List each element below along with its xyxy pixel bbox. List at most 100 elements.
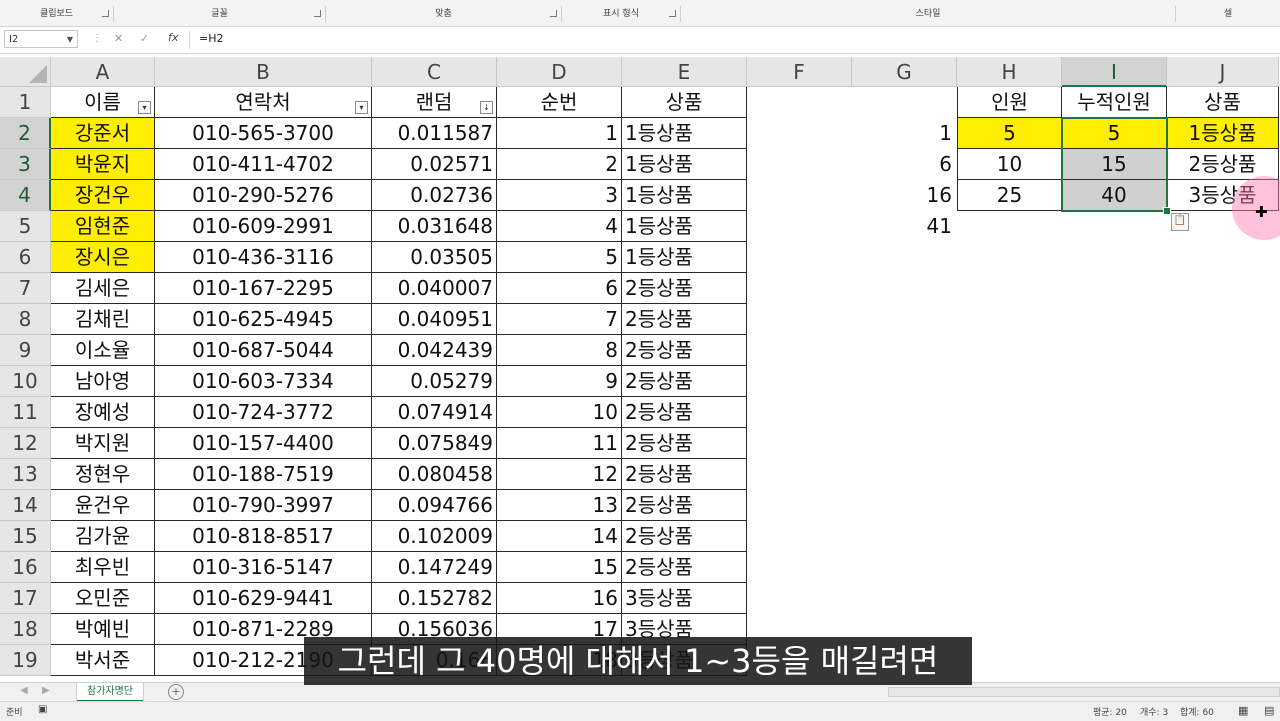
column-header-i[interactable]: I — [1062, 57, 1167, 87]
prize-table-cell[interactable]: 1등상품 — [1167, 118, 1279, 149]
table-cell[interactable]: 010-724-3772 — [155, 397, 372, 428]
table-cell[interactable]: 오민준 — [51, 583, 155, 614]
cell-g-value[interactable]: 41 — [852, 211, 955, 242]
filter-dropdown-icon[interactable]: ▾ — [355, 101, 368, 114]
table-cell[interactable]: 010-436-3116 — [155, 242, 372, 273]
table-cell[interactable]: 010-625-4945 — [155, 304, 372, 335]
table-cell[interactable]: 2등상품 — [622, 273, 747, 304]
table-cell[interactable]: 010-603-7334 — [155, 366, 372, 397]
table-cell[interactable]: 11 — [497, 428, 622, 459]
table-cell[interactable]: 김채린 — [51, 304, 155, 335]
table-cell[interactable]: 8 — [497, 335, 622, 366]
column-header-a[interactable]: A — [51, 57, 155, 87]
sheet-tab[interactable]: 참가자명단 — [77, 683, 143, 702]
table-cell[interactable]: 0.147249 — [372, 552, 497, 583]
table-cell[interactable]: 1등상품 — [622, 118, 747, 149]
row-header-8[interactable]: 8 — [0, 304, 51, 335]
ribbon-group-cells[interactable]: 셀 — [1176, 6, 1280, 22]
dialog-launcher-icon[interactable] — [669, 10, 676, 17]
table-cell[interactable]: 010-167-2295 — [155, 273, 372, 304]
table-cell[interactable]: 2 — [497, 149, 622, 180]
formula-input[interactable]: =H2 — [199, 32, 224, 45]
table-cell[interactable]: 강준서 — [51, 118, 155, 149]
column-header-b[interactable]: B — [155, 57, 372, 87]
table-cell[interactable]: 3 — [497, 180, 622, 211]
table-cell[interactable]: 장예성 — [51, 397, 155, 428]
enter-icon[interactable]: ✓ — [140, 32, 149, 45]
insert-function-button[interactable]: fx — [168, 31, 178, 44]
table-cell[interactable]: 010-565-3700 — [155, 118, 372, 149]
ribbon-group-clipboard[interactable]: 클립보드 — [0, 6, 114, 22]
table-cell[interactable]: 2등상품 — [622, 335, 747, 366]
table-cell[interactable]: 0.094766 — [372, 490, 497, 521]
ribbon-group-number-format[interactable]: 표시 형식 — [562, 6, 681, 22]
table-cell[interactable]: 장건우 — [51, 180, 155, 211]
table-cell[interactable]: 2등상품 — [622, 521, 747, 552]
table-cell[interactable]: 010-290-5276 — [155, 180, 372, 211]
column-header-d[interactable]: D — [497, 57, 622, 87]
row-header-4[interactable]: 4 — [0, 180, 51, 211]
fill-handle[interactable] — [1163, 207, 1171, 215]
row-header-3[interactable]: 3 — [0, 149, 51, 180]
next-sheet-icon[interactable]: ▶ — [42, 685, 50, 696]
table-cell[interactable]: 임현준 — [51, 211, 155, 242]
row-header-17[interactable]: 17 — [0, 583, 51, 614]
table-cell[interactable]: 박예빈 — [51, 614, 155, 645]
table-cell[interactable]: 13 — [497, 490, 622, 521]
prev-sheet-icon[interactable]: ◀ — [20, 685, 28, 696]
table-cell[interactable]: 10 — [497, 397, 622, 428]
chevron-down-icon[interactable]: ▼ — [67, 31, 73, 49]
table-cell[interactable]: 최우빈 — [51, 552, 155, 583]
table-cell[interactable]: 김가윤 — [51, 521, 155, 552]
column-header-c[interactable]: C — [372, 57, 497, 87]
table-cell[interactable]: 010-411-4702 — [155, 149, 372, 180]
table-cell[interactable]: 010-188-7519 — [155, 459, 372, 490]
table-header-cell[interactable]: 상품 — [622, 87, 747, 118]
table-cell[interactable]: 0.02736 — [372, 180, 497, 211]
table-cell[interactable]: 010-818-8517 — [155, 521, 372, 552]
cell-g-value[interactable]: 16 — [852, 180, 955, 211]
row-header-2[interactable]: 2 — [0, 118, 51, 149]
table-cell[interactable]: 15 — [497, 552, 622, 583]
table-cell[interactable]: 6 — [497, 273, 622, 304]
add-sheet-button[interactable]: + — [168, 684, 184, 700]
table-cell[interactable]: 1등상품 — [622, 180, 747, 211]
row-header-10[interactable]: 10 — [0, 366, 51, 397]
prize-table-cell[interactable]: 5 — [957, 118, 1062, 149]
table-cell[interactable]: 010-629-9441 — [155, 583, 372, 614]
prize-table-cell[interactable]: 10 — [957, 149, 1062, 180]
table-header-cell[interactable]: 랜덤 ↓ — [372, 87, 497, 118]
prize-table-cell[interactable]: 40 — [1062, 180, 1167, 211]
dialog-launcher-icon[interactable] — [102, 10, 109, 17]
prize-table-cell[interactable]: 25 — [957, 180, 1062, 211]
prize-table-header[interactable]: 상품 — [1167, 87, 1279, 118]
cell-g-value[interactable]: 1 — [852, 118, 955, 149]
table-cell[interactable]: 2등상품 — [622, 428, 747, 459]
table-cell[interactable]: 2등상품 — [622, 304, 747, 335]
table-header-cell[interactable]: 연락처 ▾ — [155, 87, 372, 118]
row-header-11[interactable]: 11 — [0, 397, 51, 428]
normal-view-icon[interactable]: ▦ — [1238, 704, 1248, 717]
table-cell[interactable]: 0.042439 — [372, 335, 497, 366]
table-cell[interactable]: 2등상품 — [622, 459, 747, 490]
table-cell[interactable]: 정현우 — [51, 459, 155, 490]
table-cell[interactable]: 2등상품 — [622, 397, 747, 428]
table-cell[interactable]: 14 — [497, 521, 622, 552]
column-header-g[interactable]: G — [852, 57, 957, 87]
ribbon-group-styles[interactable]: 스타일 — [681, 6, 1176, 22]
page-layout-icon[interactable]: ▤ — [1264, 704, 1274, 717]
table-cell[interactable]: 1등상품 — [622, 211, 747, 242]
table-cell[interactable]: 0.031648 — [372, 211, 497, 242]
cell-g-value[interactable]: 6 — [852, 149, 955, 180]
table-cell[interactable]: 김세은 — [51, 273, 155, 304]
table-cell[interactable]: 010-609-2991 — [155, 211, 372, 242]
column-header-f[interactable]: F — [747, 57, 852, 87]
prize-table-cell[interactable]: 5 — [1062, 118, 1167, 149]
table-cell[interactable]: 0.080458 — [372, 459, 497, 490]
paste-options-icon[interactable]: 📋 — [1171, 213, 1189, 231]
dialog-launcher-icon[interactable] — [550, 10, 557, 17]
table-cell[interactable]: 1등상품 — [622, 149, 747, 180]
ribbon-group-alignment[interactable]: 맞춤 — [326, 6, 562, 22]
row-header-12[interactable]: 12 — [0, 428, 51, 459]
row-header-13[interactable]: 13 — [0, 459, 51, 490]
